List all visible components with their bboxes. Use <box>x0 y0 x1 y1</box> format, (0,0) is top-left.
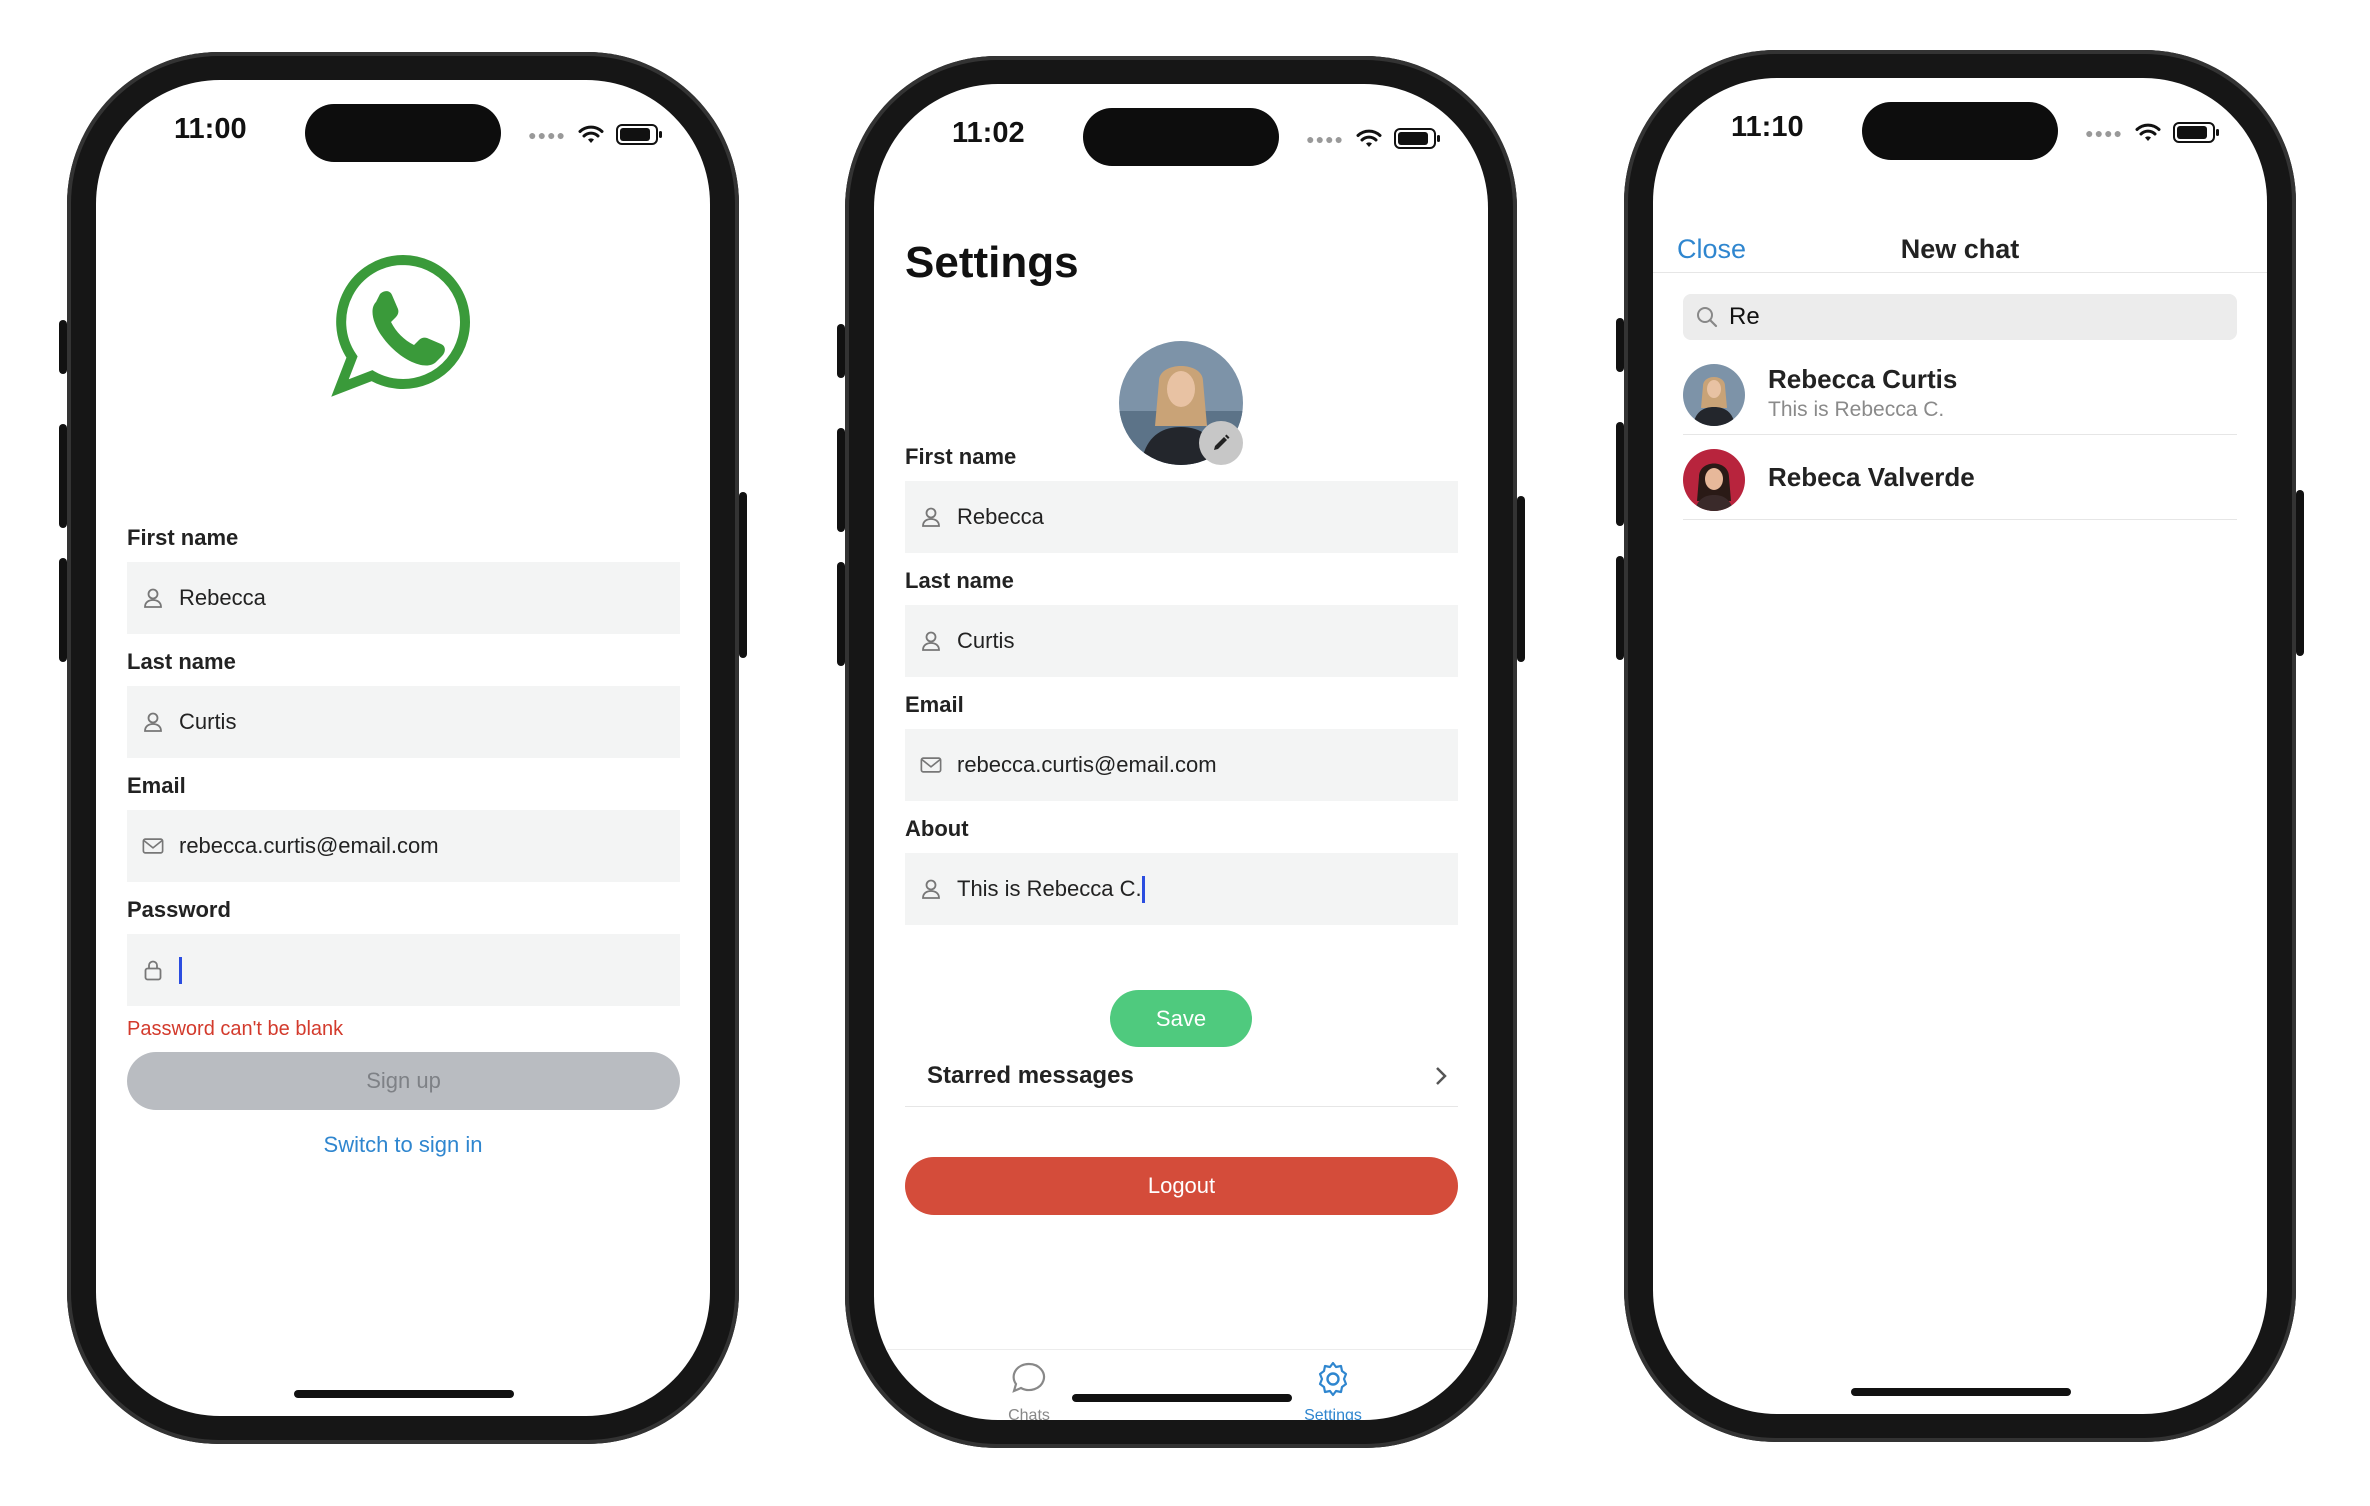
text-caret <box>1141 875 1145 903</box>
status-time: 11:00 <box>174 113 247 145</box>
signal-icon: ●●●● <box>2085 124 2123 141</box>
first-name-value: Rebecca <box>179 585 266 610</box>
password-field[interactable] <box>127 934 680 1006</box>
mail-icon <box>920 754 942 776</box>
contact-about: This is Rebecca C. <box>1768 398 1945 421</box>
whatsapp-logo <box>328 250 478 400</box>
chat-bubble-icon <box>1012 1362 1046 1393</box>
user-icon <box>920 506 942 528</box>
dynamic-island <box>1862 102 2058 160</box>
about-field[interactable]: This is Rebecca C. <box>905 853 1458 925</box>
home-indicator[interactable] <box>1851 1388 2071 1396</box>
search-value: Re <box>1729 303 1760 330</box>
user-icon <box>920 878 942 900</box>
wifi-icon <box>578 125 604 143</box>
search-icon <box>1697 307 1718 328</box>
edit-avatar-button[interactable] <box>1199 421 1243 465</box>
email-value: rebecca.curtis@email.com <box>957 752 1217 777</box>
email-field[interactable]: rebecca.curtis@email.com <box>905 729 1458 801</box>
phone-signup: 11:00 ●●●● First name Rebecca Last name … <box>59 52 747 1444</box>
search-input[interactable]: Re <box>1683 294 2237 340</box>
home-indicator[interactable] <box>294 1390 514 1398</box>
email-value: rebecca.curtis@email.com <box>179 833 439 858</box>
nav-bar: New chat Close <box>1653 222 2267 273</box>
last-name-label: Last name <box>905 568 1014 593</box>
close-button[interactable]: Close <box>1677 234 1746 265</box>
last-name-field[interactable]: Curtis <box>905 605 1458 677</box>
last-name-label: Last name <box>127 649 236 674</box>
battery-icon <box>2173 122 2219 143</box>
status-time: 11:02 <box>952 117 1025 149</box>
email-label: Email <box>127 773 186 798</box>
gear-icon <box>1318 1361 1348 1397</box>
starred-messages-label: Starred messages <box>927 1062 1134 1089</box>
status-time: 11:10 <box>1731 111 1804 143</box>
phone-settings: 11:02 ●●●● Settings First name Rebecca L… <box>837 56 1525 1448</box>
screen-settings: 11:02 ●●●● Settings First name Rebecca L… <box>874 84 1488 1420</box>
save-button[interactable]: Save <box>1110 990 1252 1047</box>
status-icons: ●●●● <box>528 124 662 145</box>
tab-chats-label: Chats <box>1008 1407 1050 1420</box>
about-label: About <box>905 816 969 841</box>
avatar <box>1683 449 1745 511</box>
status-icons: ●●●● <box>1306 128 1440 149</box>
switch-to-signin-link[interactable]: Switch to sign in <box>96 1132 710 1158</box>
chevron-right-icon <box>1436 1067 1447 1085</box>
signal-icon: ●●●● <box>1306 130 1344 147</box>
status-icons: ●●●● <box>2085 122 2219 143</box>
user-icon <box>920 630 942 652</box>
logout-button[interactable]: Logout <box>905 1157 1458 1215</box>
battery-icon <box>616 124 662 145</box>
first-name-field[interactable]: Rebecca <box>905 481 1458 553</box>
last-name-field[interactable]: Curtis <box>127 686 680 758</box>
first-name-field[interactable]: Rebecca <box>127 562 680 634</box>
contact-row[interactable]: Rebecca Curtis This is Rebecca C. <box>1683 350 2237 435</box>
tab-bar: Chats Settings <box>874 1349 1488 1420</box>
email-label: Email <box>905 692 964 717</box>
starred-messages-row[interactable]: Starred messages <box>905 1046 1458 1107</box>
mail-icon <box>142 835 164 857</box>
contact-row[interactable]: Rebeca Valverde <box>1683 435 2237 520</box>
phone-new-chat: 11:10 ●●●● New chat Close Re Rebecca Cur… <box>1616 50 2304 1442</box>
dynamic-island <box>305 104 501 162</box>
lock-icon <box>142 959 164 981</box>
page-title: Settings <box>905 238 1079 287</box>
avatar <box>1683 364 1745 426</box>
home-indicator[interactable] <box>1072 1394 1292 1402</box>
contact-name: Rebeca Valverde <box>1768 462 1975 492</box>
first-name-label: First name <box>905 444 1017 469</box>
first-name-label: First name <box>127 525 239 550</box>
wifi-icon <box>1356 129 1382 147</box>
screen-signup: 11:00 ●●●● First name Rebecca Last name … <box>96 80 710 1416</box>
password-error: Password can't be blank <box>127 1018 344 1040</box>
password-label: Password <box>127 897 231 922</box>
first-name-value: Rebecca <box>957 504 1044 529</box>
email-field[interactable]: rebecca.curtis@email.com <box>127 810 680 882</box>
wifi-icon <box>2135 123 2161 141</box>
text-caret <box>179 956 182 984</box>
tab-settings[interactable]: Settings <box>1273 1360 1393 1420</box>
signup-button[interactable]: Sign up <box>127 1052 680 1110</box>
battery-icon <box>1394 128 1440 149</box>
user-icon <box>142 711 164 733</box>
about-value: This is Rebecca C. <box>957 876 1142 901</box>
tab-settings-label: Settings <box>1304 1407 1362 1420</box>
screen-new-chat: 11:10 ●●●● New chat Close Re Rebecca Cur… <box>1653 78 2267 1414</box>
pencil-icon <box>1214 434 1230 450</box>
signal-icon: ●●●● <box>528 126 566 143</box>
tab-chats[interactable]: Chats <box>969 1360 1089 1420</box>
contact-name: Rebecca Curtis <box>1768 364 1958 394</box>
user-icon <box>142 587 164 609</box>
last-name-value: Curtis <box>957 628 1015 653</box>
dynamic-island <box>1083 108 1279 166</box>
last-name-value: Curtis <box>179 709 237 734</box>
